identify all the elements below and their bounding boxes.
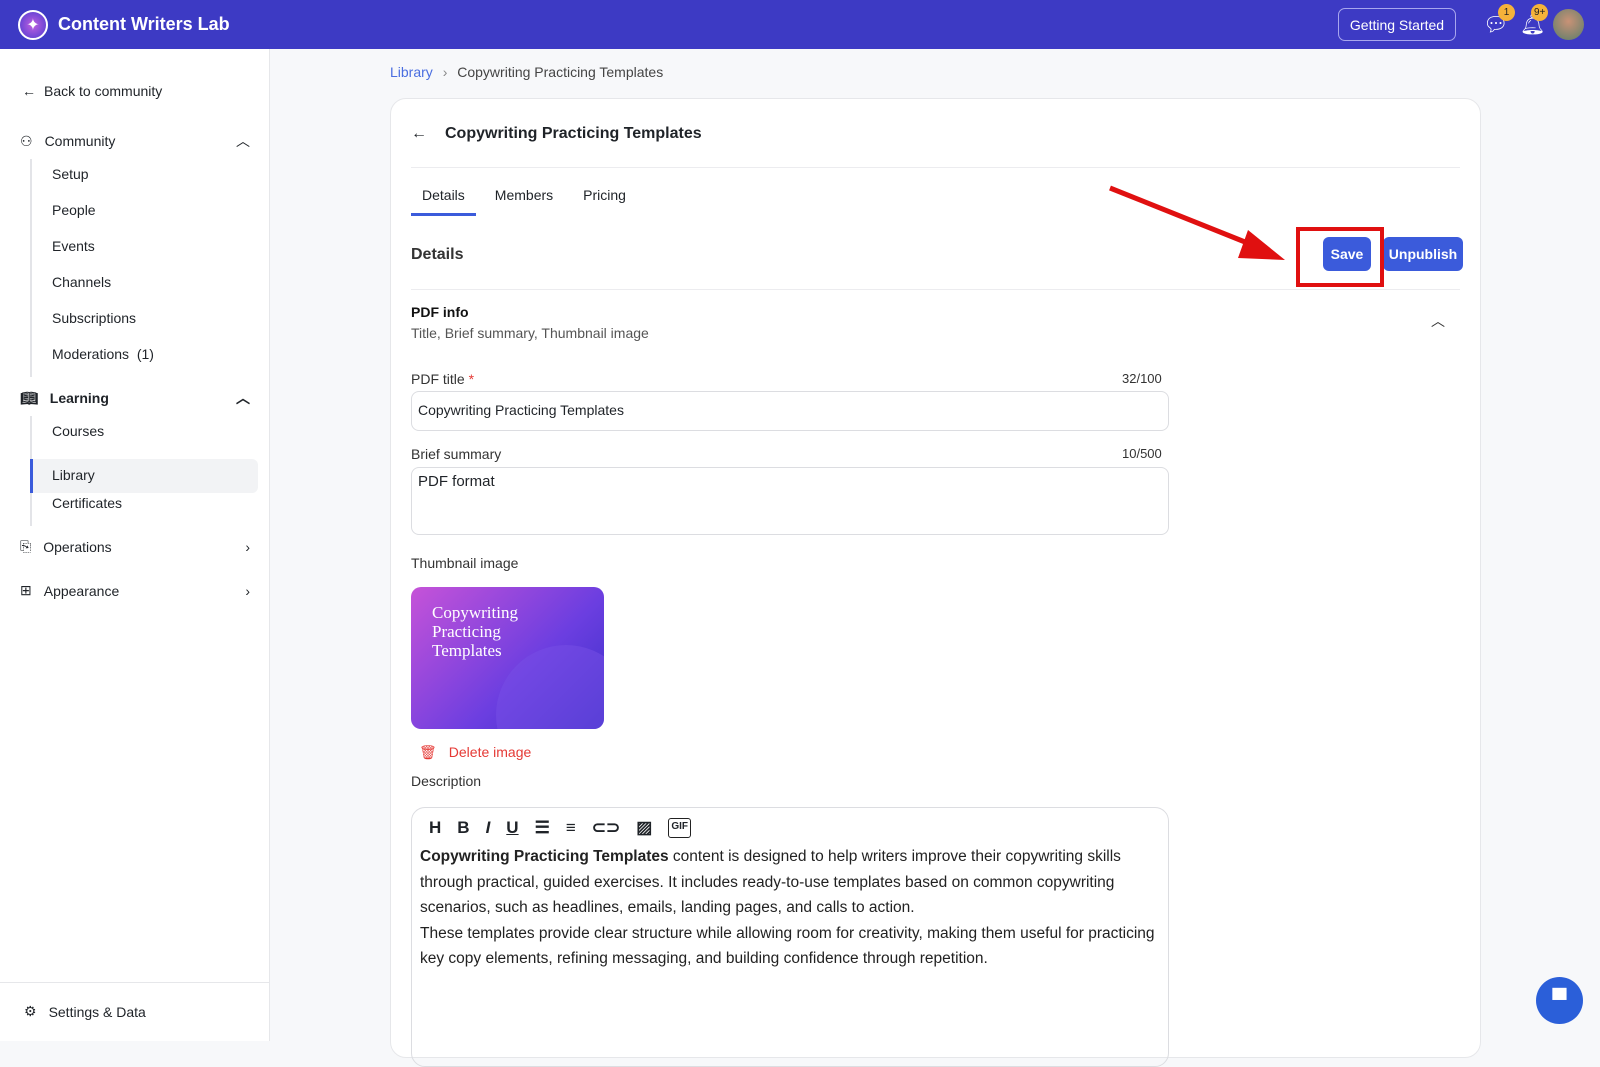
thumbnail-image[interactable]: Copywriting Practicing Templates xyxy=(411,587,604,729)
italic-icon[interactable]: I xyxy=(486,818,491,838)
chat-icon: ▀ xyxy=(1552,989,1567,1011)
divider xyxy=(411,167,1460,168)
link-icon[interactable]: ⊂⊃ xyxy=(592,818,621,838)
sidebar-item-library[interactable]: Library xyxy=(52,467,95,483)
label-text: PDF title xyxy=(411,371,465,387)
sidebar-section-operations[interactable]: ⎘ Operations › xyxy=(20,538,250,555)
tab-details[interactable]: Details xyxy=(411,187,476,216)
community-icon: ⚇ xyxy=(20,132,33,149)
appearance-icon: ⊞ xyxy=(20,582,32,598)
tab-members[interactable]: Members xyxy=(484,187,564,216)
gif-icon[interactable]: GIF xyxy=(668,818,691,838)
underline-icon[interactable]: U xyxy=(506,818,518,838)
brand-name: Content Writers Lab xyxy=(58,14,230,34)
messages-badge: 1 xyxy=(1498,4,1515,21)
sidebar-item-subscriptions[interactable]: Subscriptions xyxy=(52,310,136,326)
notifications-badge: 9+ xyxy=(1531,4,1549,21)
sidebar-item-events[interactable]: Events xyxy=(52,238,95,254)
breadcrumb: Library › Copywriting Practicing Templat… xyxy=(390,64,664,80)
delete-image-button[interactable]: 🗑︎ Delete image xyxy=(419,744,531,761)
chevron-right-icon: › xyxy=(245,582,250,599)
trash-icon: 🗑︎ xyxy=(419,744,437,760)
editor-toolbar: H B I U ☰ ≡ ⊂⊃ ▨ GIF xyxy=(429,818,1160,838)
sidebar-item-people[interactable]: People xyxy=(52,202,96,218)
brief-summary-count: 10/500 xyxy=(1122,446,1162,461)
tab-pricing[interactable]: Pricing xyxy=(572,187,637,216)
unpublish-button[interactable]: Unpublish xyxy=(1383,237,1463,271)
annotation-highlight-box xyxy=(1296,227,1384,287)
back-arrow-icon[interactable]: ← xyxy=(411,125,427,143)
gear-icon: ⚙ xyxy=(24,1003,37,1019)
breadcrumb-current: Copywriting Practicing Templates xyxy=(457,64,664,80)
bold-icon[interactable]: B xyxy=(457,818,469,838)
pdf-title-label: PDF title * xyxy=(411,371,474,387)
sidebar: ← Back to community ⚇ Community ︿ Setup Peo… xyxy=(0,49,270,1041)
page-title: Copywriting Practicing Templates xyxy=(445,125,702,142)
settings-link[interactable]: ⚙ Settings & Data xyxy=(0,982,270,1040)
description-editor[interactable]: H B I U ☰ ≡ ⊂⊃ ▨ GIF Copywriting Practic… xyxy=(411,807,1169,1067)
thumbnail-label: Thumbnail image xyxy=(411,555,519,571)
heading-icon[interactable]: H xyxy=(429,818,441,838)
sidebar-section-learning[interactable]: 📖︎ Learning ︿ xyxy=(20,388,250,408)
section-label: Appearance xyxy=(43,582,120,599)
pdf-info-subtitle: Title, Brief summary, Thumbnail image xyxy=(411,325,649,341)
back-to-community-link[interactable]: ← Back to community xyxy=(22,83,162,99)
divider xyxy=(411,289,1460,290)
image-icon[interactable]: ▨ xyxy=(636,818,652,838)
description-text[interactable]: Copywriting Practicing Templates content… xyxy=(420,844,1160,972)
section-label: Learning xyxy=(49,390,109,406)
book-icon: 📖︎ xyxy=(20,389,38,406)
tree-line xyxy=(30,159,32,377)
required-marker: * xyxy=(468,371,475,387)
top-bar: ✦ Content Writers Lab Getting Started 💬︎… xyxy=(0,0,1600,49)
sidebar-section-community[interactable]: ⚇ Community ︿ xyxy=(20,131,250,151)
delete-label: Delete image xyxy=(448,744,532,760)
brief-summary-label: Brief summary xyxy=(411,446,502,462)
chat-widget-button[interactable]: ▀ xyxy=(1536,977,1583,1024)
description-bold: Copywriting Practicing Templates xyxy=(420,848,669,865)
pdf-title-input[interactable]: Copywriting Practicing Templates xyxy=(411,391,1169,431)
brief-summary-input[interactable]: PDF format xyxy=(411,467,1169,535)
pdf-info-title: PDF info xyxy=(411,304,469,320)
chevron-up-icon: ︿ xyxy=(236,133,250,149)
description-label: Description xyxy=(411,773,482,789)
tabs: Details Members Pricing xyxy=(411,187,645,216)
section-label: Operations xyxy=(43,538,112,555)
sidebar-item-moderations[interactable]: Moderations (1) xyxy=(52,346,154,362)
avatar[interactable] xyxy=(1553,9,1584,40)
sidebar-item-setup[interactable]: Setup xyxy=(52,166,89,182)
settings-label: Settings & Data xyxy=(48,1003,146,1020)
chevron-up-icon: ︿ xyxy=(236,390,250,406)
bullet-list-icon[interactable]: ☰ xyxy=(535,818,550,838)
operations-icon: ⎘ xyxy=(20,538,32,554)
getting-started-button[interactable]: Getting Started xyxy=(1338,8,1456,41)
description-paragraph-2: These templates provide clear structure … xyxy=(420,924,1155,968)
annotation-arrow-icon xyxy=(1109,185,1285,260)
numbered-list-icon[interactable]: ≡ xyxy=(566,818,576,838)
back-label: Back to community xyxy=(44,83,163,99)
sidebar-item-channels[interactable]: Channels xyxy=(52,274,111,290)
sidebar-item-certificates[interactable]: Certificates xyxy=(52,495,122,511)
logo-icon: ✦ xyxy=(18,9,48,40)
section-heading: Details xyxy=(411,246,464,263)
sidebar-section-appearance[interactable]: ⊞ Appearance › xyxy=(20,582,250,599)
breadcrumb-library[interactable]: Library xyxy=(390,64,433,80)
chevron-up-icon[interactable]: ︿ xyxy=(1431,311,1445,331)
arrow-left-icon: ← xyxy=(22,83,36,99)
chevron-right-icon: › xyxy=(245,538,250,555)
section-label: Community xyxy=(44,133,116,149)
sidebar-item-courses[interactable]: Courses xyxy=(52,423,104,439)
pdf-title-count: 32/100 xyxy=(1122,371,1162,386)
thumbnail-text: Copywriting Practicing Templates xyxy=(432,603,518,660)
